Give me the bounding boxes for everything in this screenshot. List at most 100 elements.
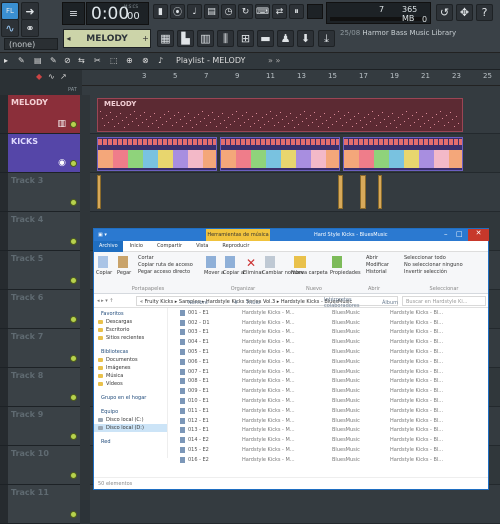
file-row[interactable]: 016 - E2 Hardstyle Kicks - M... BluesMusic…: [172, 455, 488, 465]
pattern-none-select[interactable]: (none): [4, 38, 58, 50]
link-icon[interactable]: ⚭: [21, 19, 39, 37]
copy-icon[interactable]: [98, 256, 108, 268]
tab-vista[interactable]: Vista: [189, 243, 215, 249]
track-mute-icon[interactable]: [70, 355, 77, 362]
file-row[interactable]: 013 - E1 Hardstyle Kicks - M... BluesMusic…: [172, 426, 488, 436]
copy-button[interactable]: Copiar: [96, 270, 112, 276]
time-display[interactable]: 0:00 00 M:S:CS: [86, 2, 149, 25]
nav-drive-c[interactable]: Disco local (C:): [94, 416, 167, 424]
select-all-button[interactable]: Seleccionar todo: [404, 255, 446, 261]
audio-pick-icon[interactable]: ∿: [48, 72, 55, 81]
nav-library[interactable]: Bibliotecas: [94, 348, 167, 356]
file-explorer-window[interactable]: ▣ ▾ Herramientas de música Hard Style Ki…: [93, 228, 489, 490]
loop-record-icon[interactable]: ↻: [238, 4, 253, 19]
track-header[interactable]: Track 7: [0, 329, 80, 368]
kicks-pattern-clip[interactable]: [220, 137, 340, 171]
multilink-icon[interactable]: ⇄: [272, 4, 287, 19]
tool-zoom-icon[interactable]: ⊕: [126, 56, 133, 65]
file-row[interactable]: 005 - E1 Hardstyle Kicks - M... BluesMusic…: [172, 347, 488, 357]
quick-access-icons[interactable]: ▣ ▾: [98, 232, 107, 238]
help-icon[interactable]: ?: [476, 4, 493, 21]
minimize-icon[interactable]: –: [444, 230, 448, 238]
track-header[interactable]: Track 4: [0, 212, 80, 251]
tool-draw-icon[interactable]: ✎: [18, 56, 25, 65]
audio-clip[interactable]: [97, 175, 101, 209]
col-nombre[interactable]: Nombre: [172, 300, 234, 306]
track-header[interactable]: Track 6: [0, 290, 80, 329]
paste-icon[interactable]: [118, 256, 128, 268]
explorer-titlebar[interactable]: ▣ ▾ Herramientas de música Hard Style Ki…: [94, 229, 489, 241]
nav-recent[interactable]: Sitios recientes: [94, 334, 167, 342]
tool-speaker-icon[interactable]: ♪: [158, 56, 163, 65]
file-row[interactable]: 012 - E1 Hardstyle Kicks - M... BluesMusic…: [172, 416, 488, 426]
delete-icon[interactable]: ✕: [246, 256, 256, 270]
copy-to-icon[interactable]: [225, 256, 235, 268]
track-grip[interactable]: [0, 329, 8, 367]
new-folder-icon[interactable]: [294, 256, 306, 268]
nav-music[interactable]: Música: [94, 372, 167, 380]
tab-compartir[interactable]: Compartir: [150, 243, 189, 249]
pattern-add-icon[interactable]: +: [141, 34, 150, 43]
playlist-arrows-icon[interactable]: » »: [268, 56, 280, 65]
playlist-menu-icon[interactable]: ▸: [4, 56, 8, 65]
fl-menu-icon[interactable]: FL: [1, 2, 19, 20]
metronome-icon[interactable]: ♩: [187, 4, 202, 19]
nav-downloads[interactable]: Descargas: [94, 318, 167, 326]
typing-keyboard-icon[interactable]: ⌨: [255, 4, 270, 19]
wait-input-icon[interactable]: ⏸: [289, 4, 304, 19]
track-mute-icon[interactable]: [70, 199, 77, 206]
download-icon[interactable]: ⤓: [318, 30, 335, 47]
file-row[interactable]: 010 - E1 Hardstyle Kicks - M... BluesMusic…: [172, 396, 488, 406]
track-mute-icon[interactable]: [70, 160, 77, 167]
col-titulo[interactable]: Título: [246, 300, 324, 306]
audio-clip[interactable]: [338, 175, 343, 209]
copy-path-button[interactable]: Copiar ruta de acceso: [138, 262, 193, 268]
paste-button[interactable]: Pegar: [117, 270, 131, 276]
file-row[interactable]: 004 - E1 Hardstyle Kicks - M... BluesMusic…: [172, 337, 488, 347]
track-lane[interactable]: [90, 173, 500, 212]
track-grip[interactable]: [0, 95, 8, 133]
file-row[interactable]: 007 - E1 Hardstyle Kicks - M... BluesMusic…: [172, 367, 488, 377]
tool-select-icon[interactable]: ⬚: [110, 56, 118, 65]
history-button[interactable]: Historial: [366, 269, 387, 275]
pattern-prev-icon[interactable]: ◂: [64, 34, 73, 43]
nav-network[interactable]: Red: [94, 438, 167, 446]
file-list[interactable]: 001 - E1 Hardstyle Kicks - M... BluesMusic…: [172, 308, 488, 468]
file-row[interactable]: 009 - E1 Hardstyle Kicks - M... BluesMusic…: [172, 386, 488, 396]
tool-playback-icon[interactable]: ⊗: [142, 56, 149, 65]
track-mute-icon[interactable]: [70, 316, 77, 323]
track-header[interactable]: Track 11: [0, 485, 80, 524]
file-row[interactable]: 014 - E2 Hardstyle Kicks - M... BluesMusic…: [172, 435, 488, 445]
properties-button[interactable]: Propiedades: [330, 270, 361, 276]
piano-roll-icon[interactable]: ▙: [177, 30, 194, 47]
arrow-right-icon[interactable]: ➜: [21, 2, 39, 20]
track-grip[interactable]: [0, 290, 8, 328]
move-to-button[interactable]: Mover a: [204, 270, 224, 276]
paste-shortcut-button[interactable]: Pegar acceso directo: [138, 269, 190, 275]
undo-icon[interactable]: ↺: [436, 4, 453, 21]
new-folder-button[interactable]: Nueva carpeta: [291, 270, 328, 276]
plugin-picker-icon[interactable]: ⬇: [297, 30, 314, 47]
play-mode-icon[interactable]: ≡: [62, 2, 85, 25]
snap-icon[interactable]: ✥: [456, 4, 473, 21]
track-mute-icon[interactable]: [70, 121, 77, 128]
mixer-sliders-icon[interactable]: ⊞: [237, 30, 254, 47]
browser-icon[interactable]: ♟: [277, 30, 294, 47]
plugin-database-icon[interactable]: ▬: [257, 30, 274, 47]
blend-icon[interactable]: ▤: [204, 4, 219, 19]
track-mute-icon[interactable]: [70, 511, 77, 518]
nav-videos[interactable]: Vídeos: [94, 380, 167, 388]
track-lane[interactable]: [90, 485, 500, 524]
track-header[interactable]: Track 5: [0, 251, 80, 290]
nav-favorites[interactable]: Favoritos: [94, 310, 167, 318]
track-mute-icon[interactable]: [70, 238, 77, 245]
kicks-pattern-clip[interactable]: [343, 137, 463, 171]
track-header[interactable]: KICKS ◉: [0, 134, 80, 173]
track-header[interactable]: Track 9: [0, 407, 80, 446]
audio-clip[interactable]: [378, 175, 382, 209]
invert-selection-button[interactable]: Invertir selección: [404, 269, 447, 275]
file-row[interactable]: 006 - E1 Hardstyle Kicks - M... BluesMusic…: [172, 357, 488, 367]
track-grip[interactable]: [0, 407, 8, 445]
tool-mute-icon[interactable]: ⊘: [64, 56, 71, 65]
track-mute-icon[interactable]: [70, 394, 77, 401]
